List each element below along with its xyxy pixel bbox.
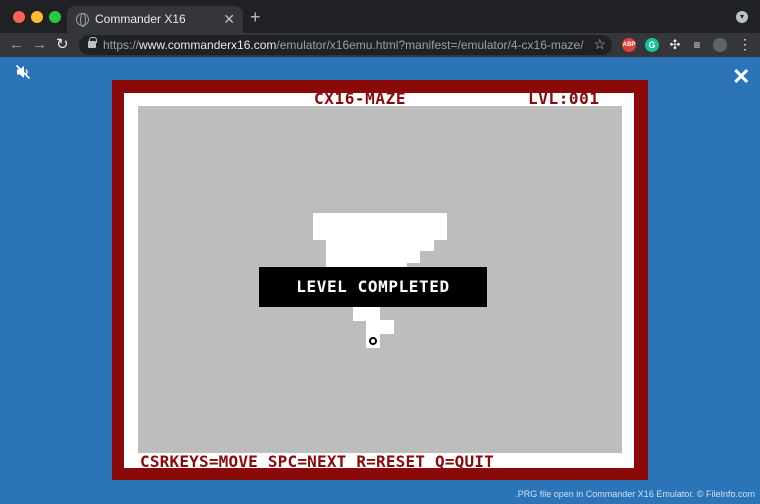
url-scheme: https:// xyxy=(103,38,140,52)
bookmark-star-icon[interactable]: ☆ xyxy=(593,36,606,53)
lock-icon[interactable] xyxy=(88,37,97,48)
new-tab-button[interactable]: + xyxy=(250,6,261,28)
url-path: /emulator/x16emu.html?manifest=/emulator… xyxy=(276,38,584,52)
close-icon[interactable]: ✕ xyxy=(732,66,750,88)
close-tab-icon[interactable]: ✕ xyxy=(223,10,235,28)
extensions-puzzle-icon[interactable]: ✣ xyxy=(668,38,682,52)
tab-title: Commander X16 xyxy=(95,12,186,26)
tab-bar: Commander X16 ✕ + ▾ xyxy=(0,0,760,33)
globe-icon xyxy=(76,13,89,27)
maze-path xyxy=(353,306,380,321)
browser-toolbar: ← → ↻ https://www.commanderx16.com/emula… xyxy=(0,33,760,57)
game-title: CX16-MAZE xyxy=(314,89,407,108)
reading-list-icon[interactable]: ≡ xyxy=(690,38,704,52)
close-window-button[interactable] xyxy=(13,11,25,23)
level-completed-banner: LEVEL COMPLETED xyxy=(259,267,487,307)
tab-commander-x16[interactable]: Commander X16 ✕ xyxy=(67,6,243,33)
address-bar[interactable]: https://www.commanderx16.com/emulator/x1… xyxy=(79,35,612,55)
grammarly-extension-icon[interactable]: G xyxy=(645,38,659,52)
maximize-window-button[interactable] xyxy=(49,11,61,23)
url-text[interactable]: https://www.commanderx16.com/emulator/x1… xyxy=(103,38,584,52)
player-token xyxy=(366,334,380,348)
minimize-window-button[interactable] xyxy=(31,11,43,23)
browser-menu-icon[interactable]: ⋮ xyxy=(738,36,752,53)
maze-path xyxy=(313,213,447,240)
maze-path xyxy=(366,320,394,334)
footer-credit: .PRG file open in Commander X16 Emulator… xyxy=(515,489,755,499)
banner-text: LEVEL COMPLETED xyxy=(296,277,450,296)
arrow-right-icon[interactable]: → xyxy=(32,35,47,55)
level-indicator: LVL:001 xyxy=(528,89,600,108)
tab-search-icon[interactable]: ▾ xyxy=(736,11,748,23)
adblock-extension-icon[interactable]: ABP xyxy=(622,38,636,52)
speaker-muted-icon[interactable] xyxy=(15,64,31,80)
profile-avatar[interactable] xyxy=(713,38,727,52)
url-host: www.commanderx16.com xyxy=(139,38,277,52)
reload-icon[interactable]: ↻ xyxy=(56,35,69,55)
arrow-left-icon[interactable]: ← xyxy=(9,35,24,55)
controls-help: CSRKEYS=MOVE SPC=NEXT R=RESET Q=QUIT xyxy=(140,452,494,471)
